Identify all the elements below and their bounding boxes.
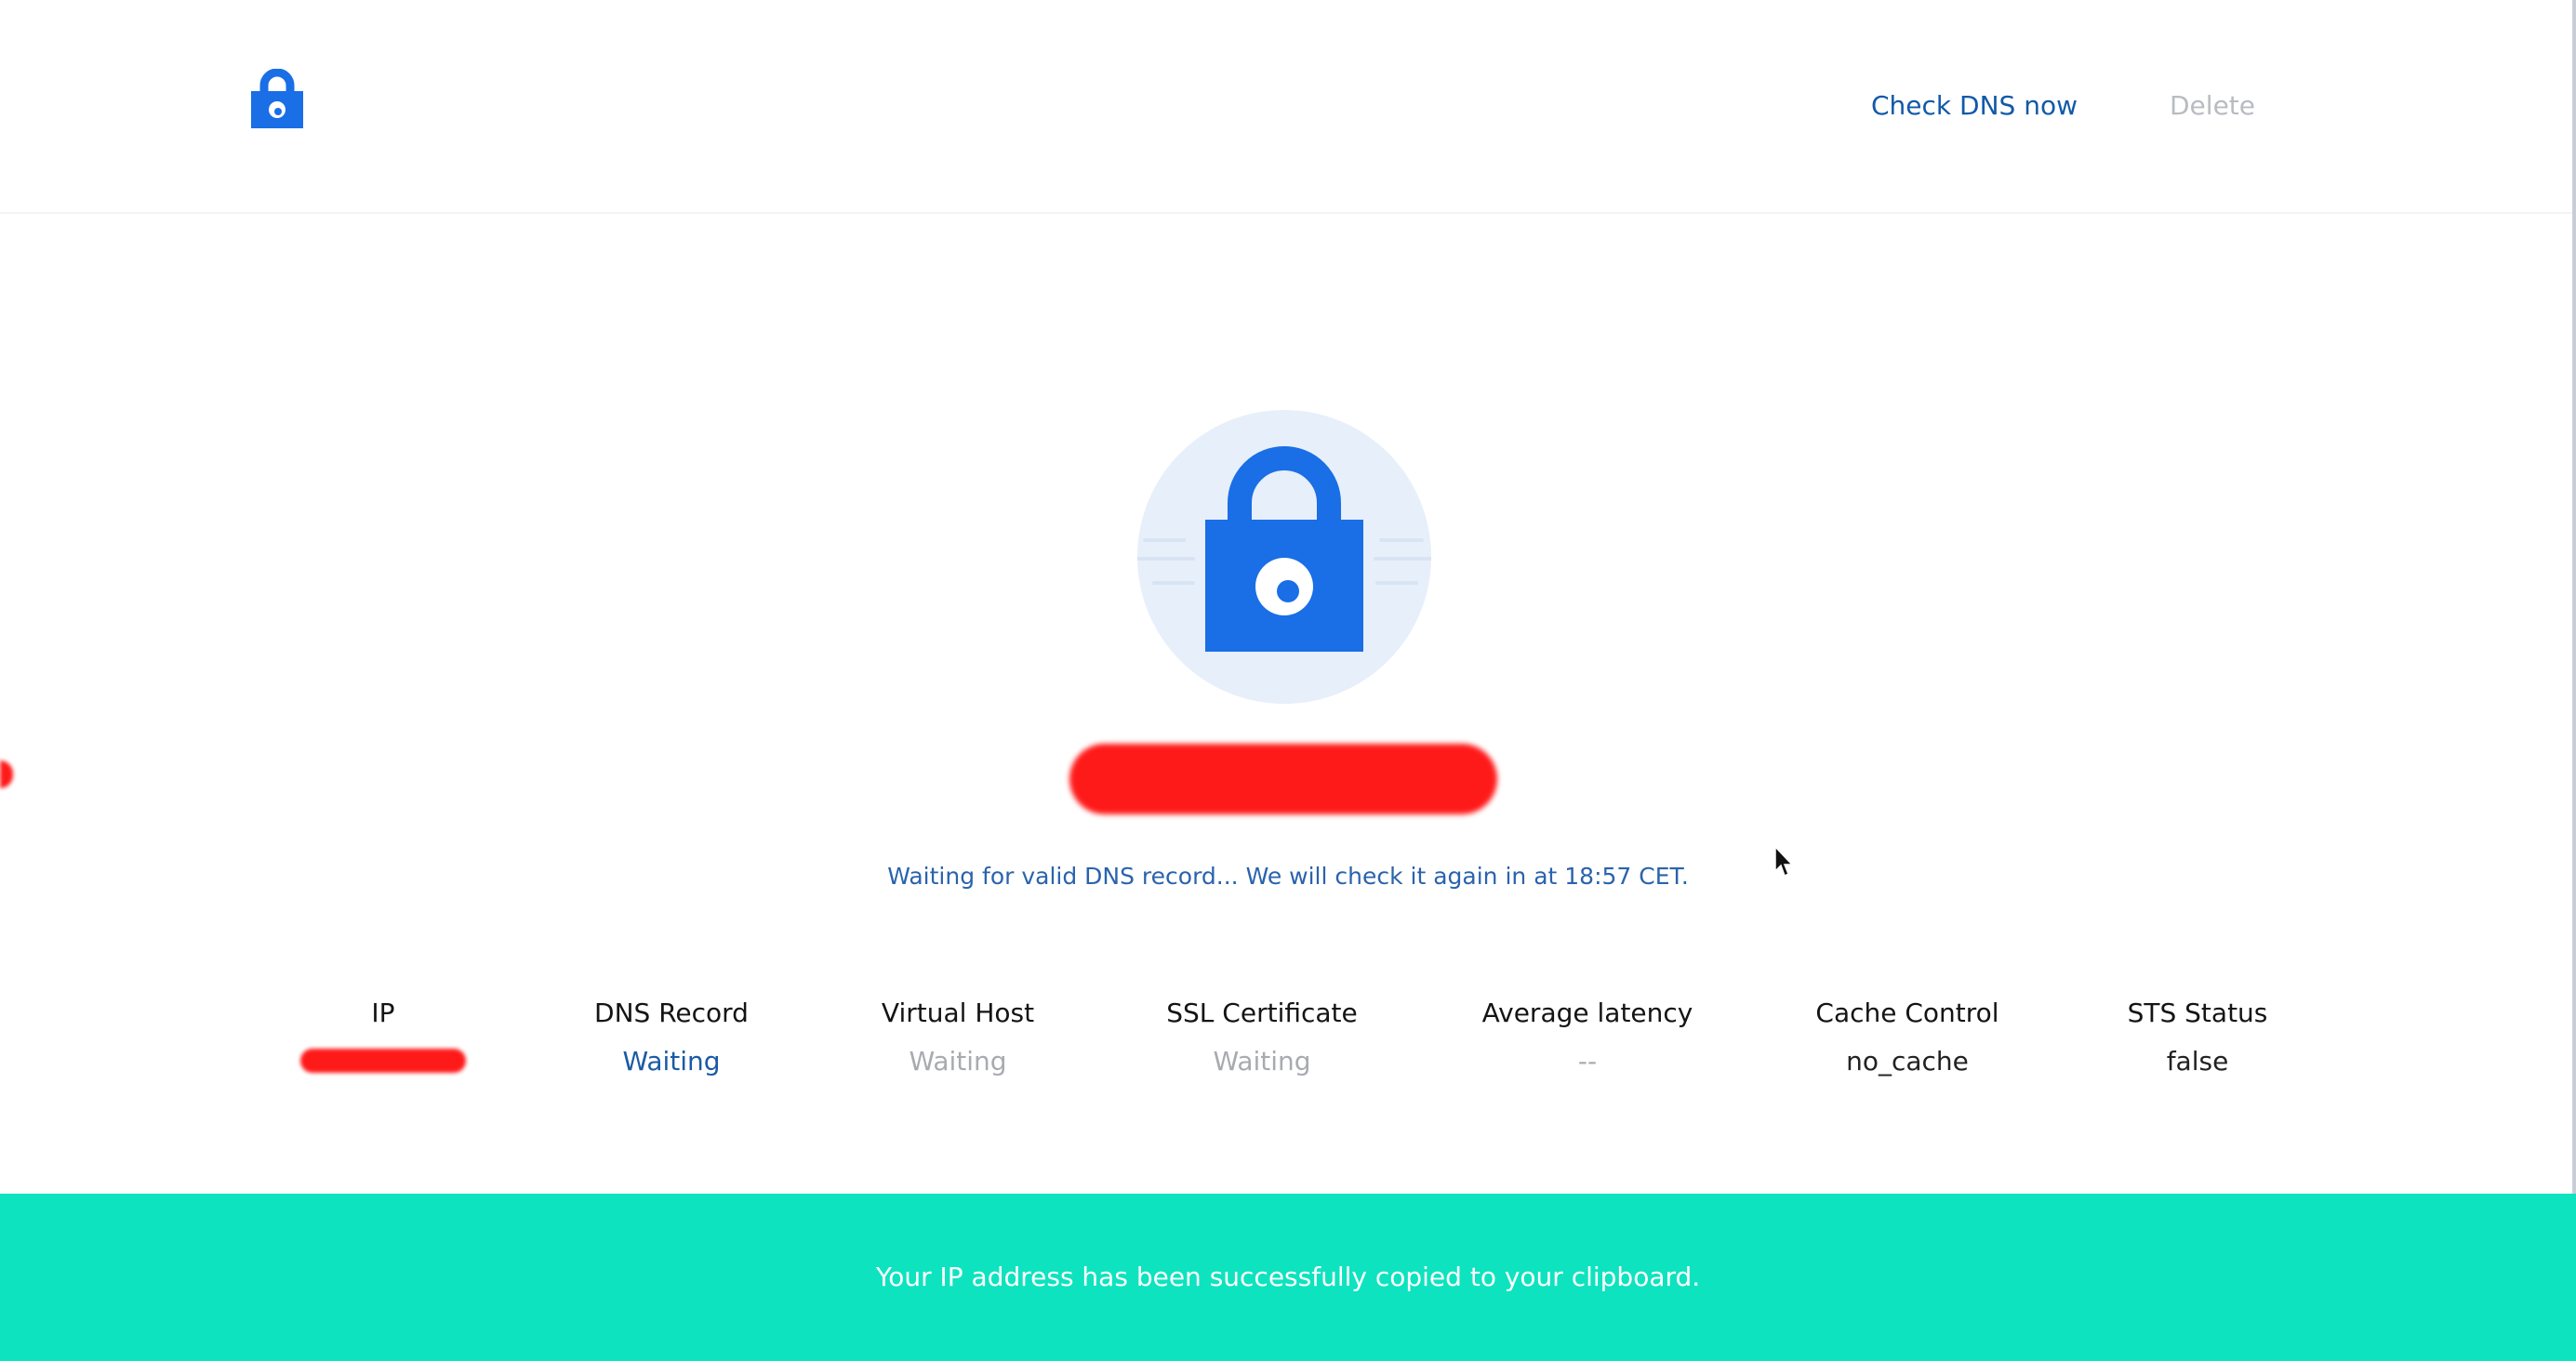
- stat-average-latency: Average latency --: [1439, 995, 1736, 1080]
- stat-label: SSL Certificate: [1166, 998, 1358, 1028]
- stat-label: Cache Control: [1815, 998, 1999, 1028]
- delete-link[interactable]: Delete: [2170, 89, 2255, 123]
- lock-icon: [1137, 446, 1431, 652]
- stat-label: Average latency: [1481, 998, 1693, 1028]
- stat-value: Waiting: [622, 1046, 721, 1077]
- dns-status-message: Waiting for valid DNS record... We will …: [887, 863, 1689, 890]
- stat-label: Virtual Host: [881, 998, 1035, 1028]
- stat-value: Waiting: [909, 1046, 1007, 1077]
- redaction-mark: [0, 760, 13, 788]
- check-dns-now-link[interactable]: Check DNS now: [1871, 89, 2078, 123]
- stat-virtual-host: Virtual Host Waiting: [809, 995, 1107, 1080]
- stat-value-ip[interactable]: [234, 1043, 532, 1083]
- stat-label: IP: [371, 998, 395, 1028]
- stat-label: STS Status: [2127, 998, 2268, 1028]
- stat-ip: IP: [234, 995, 532, 1083]
- ip-redacted[interactable]: [300, 1049, 466, 1073]
- stat-cache-control: Cache Control no_cache: [1759, 995, 2056, 1080]
- stat-ssl-certificate: SSL Certificate Waiting: [1113, 995, 1411, 1080]
- clipboard-toast[interactable]: Your IP address has been successfully co…: [0, 1194, 2576, 1361]
- stat-value: no_cache: [1846, 1046, 1969, 1077]
- window-edge: [2572, 0, 2576, 1361]
- stat-value: false: [2166, 1046, 2229, 1077]
- stat-sts-status: STS Status false: [2049, 995, 2346, 1080]
- top-bar: Check DNS now Delete: [0, 0, 2576, 214]
- hero-lock-badge: [1137, 410, 1431, 704]
- mouse-cursor-icon: [1774, 846, 1794, 878]
- stat-value: --: [1577, 1046, 1598, 1077]
- stat-value: Waiting: [1213, 1046, 1311, 1077]
- stat-label: DNS Record: [594, 998, 749, 1028]
- domain-name-redacted: [1069, 744, 1497, 814]
- toast-message: Your IP address has been successfully co…: [875, 1262, 1701, 1292]
- stat-dns-record: DNS Record Waiting: [523, 995, 820, 1080]
- lock-icon[interactable]: [251, 69, 303, 128]
